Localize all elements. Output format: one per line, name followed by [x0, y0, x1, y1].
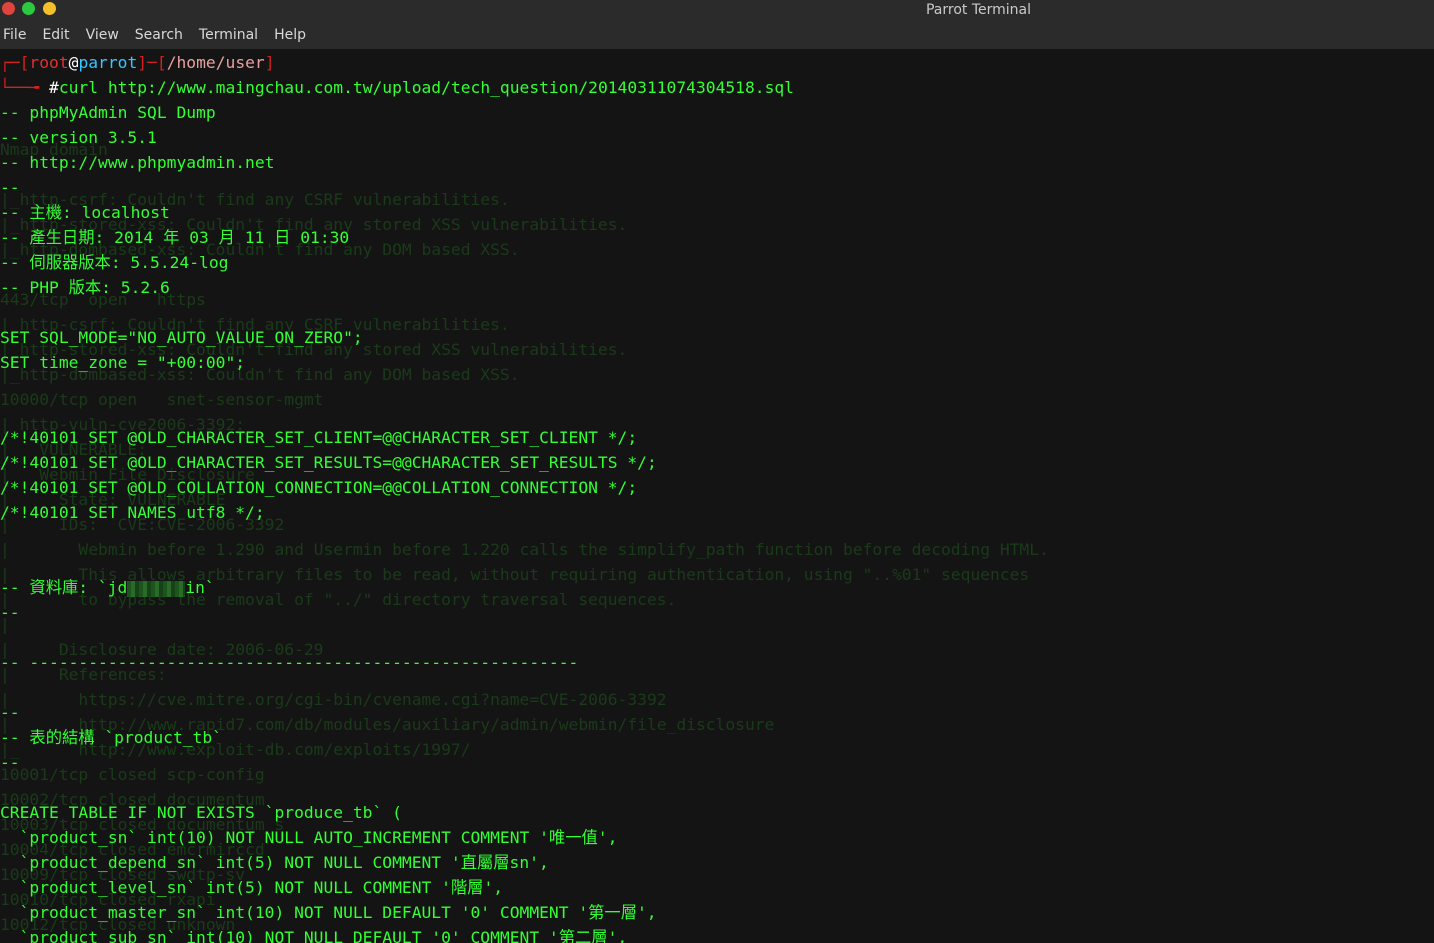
output-line: -- — [0, 703, 20, 722]
prompt-separator: ]─[ — [137, 53, 167, 72]
window-title: Parrot Terminal — [925, 2, 1032, 18]
menu-terminal[interactable]: Terminal — [191, 22, 266, 49]
maximize-window-button[interactable] — [43, 2, 56, 15]
output-line: CREATE TABLE IF NOT EXISTS `produce_tb` … — [0, 803, 402, 822]
output-line: /*!40101 SET @OLD_COLLATION_CONNECTION=@… — [0, 478, 638, 497]
output-line: -- — [0, 178, 20, 197]
output-line: -- -------------------------------------… — [0, 653, 579, 672]
menu-file[interactable]: File — [0, 22, 34, 49]
prompt-path: /home/user — [166, 53, 265, 72]
redacted-text — [127, 580, 186, 597]
minimize-window-button[interactable] — [22, 2, 35, 15]
command-line: └──╼ #curl http://www.maingchau.com.tw/u… — [0, 75, 794, 100]
output-line: `product_level_sn` int(5) NOT NULL COMME… — [0, 878, 504, 897]
output-line: `product_sub_sn` int(10) NOT NULL DEFAUL… — [0, 928, 628, 943]
prompt-host: parrot — [78, 53, 138, 72]
terminal-output: ┌─[root@parrot]─[/home/user] └──╼ #curl … — [0, 49, 1434, 943]
database-label-end: in` — [185, 578, 215, 597]
prompt-line: ┌─[root@parrot]─[/home/user] — [0, 50, 275, 75]
output-line: -- http://www.phpmyadmin.net — [0, 153, 275, 172]
output-line: -- 表的結構 `product_tb` — [0, 728, 222, 747]
output-line: -- 主機: localhost — [0, 203, 170, 222]
output-line: -- — [0, 603, 20, 622]
output-line: `product_depend_sn` int(5) NOT NULL COMM… — [0, 853, 549, 872]
command-text: curl http://www.maingchau.com.tw/upload/… — [58, 78, 794, 97]
prompt-at: @ — [68, 53, 79, 72]
database-label: -- 資料庫: `jd — [0, 578, 128, 597]
menu-edit[interactable]: Edit — [34, 22, 77, 49]
terminal-area[interactable]: |_http-csrf: Couldn't find any CSRF vuln… — [0, 49, 1434, 943]
output-line: -- — [0, 753, 20, 772]
output-line: SET SQL_MODE="NO_AUTO_VALUE_ON_ZERO"; — [0, 328, 363, 347]
output-line: SET time_zone = "+00:00"; — [0, 353, 246, 372]
menu-search[interactable]: Search — [127, 22, 191, 49]
output-line: -- 資料庫: `jd in` — [0, 575, 215, 600]
prompt-arrow: └──╼ — [0, 78, 50, 97]
output-line: `product_master_sn` int(10) NOT NULL DEF… — [0, 903, 657, 922]
output-line: /*!40101 SET NAMES utf8 */; — [0, 503, 265, 522]
output-line: -- 伺服器版本: 5.5.24-log — [0, 253, 229, 272]
menu-help[interactable]: Help — [266, 22, 314, 49]
prompt-close: ] — [264, 53, 275, 72]
prompt-open: ┌─[ — [0, 53, 30, 72]
output-line: -- phpMyAdmin SQL Dump — [0, 103, 216, 122]
menu-bar: File Edit View Search Terminal Help — [0, 22, 1434, 49]
close-window-button[interactable] — [2, 2, 15, 15]
output-line: /*!40101 SET @OLD_CHARACTER_SET_CLIENT=@… — [0, 428, 638, 447]
output-line: -- 產生日期: 2014 年 03 月 11 日 01:30 — [0, 228, 350, 247]
prompt-hash: # — [49, 78, 59, 97]
menu-view[interactable]: View — [78, 22, 127, 49]
title-bar: Parrot Terminal — [0, 0, 1434, 22]
output-line: /*!40101 SET @OLD_CHARACTER_SET_RESULTS=… — [0, 453, 657, 472]
output-line: `product_sn` int(10) NOT NULL AUTO_INCRE… — [0, 828, 618, 847]
output-line: -- PHP 版本: 5.2.6 — [0, 278, 170, 297]
prompt-user: root — [29, 53, 69, 72]
output-line: -- version 3.5.1 — [0, 128, 157, 147]
